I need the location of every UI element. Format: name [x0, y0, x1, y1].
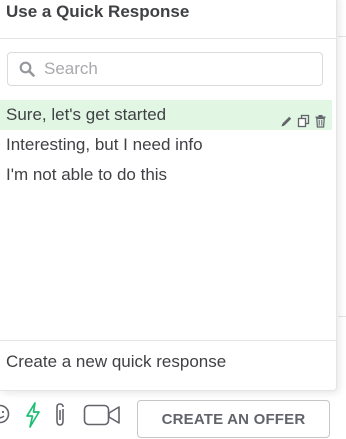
quick-response-label: Sure, let's get started	[6, 105, 167, 124]
lightning-icon[interactable]	[24, 402, 42, 428]
paperclip-icon[interactable]	[52, 402, 68, 428]
delete-icon[interactable]	[314, 108, 327, 128]
row-actions	[280, 108, 327, 128]
emoji-icon[interactable]	[0, 402, 10, 426]
create-offer-button[interactable]: CREATE AN OFFER	[137, 400, 330, 438]
quick-response-popover: Use a Quick Response Sure, let's get sta…	[0, 0, 337, 391]
title-divider	[0, 38, 336, 39]
background-divider	[338, 316, 346, 317]
quick-response-item[interactable]: Sure, let's get started	[0, 100, 332, 130]
create-quick-response-link[interactable]: Create a new quick response	[6, 350, 226, 374]
quick-response-item[interactable]: Interesting, but I need info	[0, 130, 336, 160]
video-icon[interactable]	[83, 402, 121, 428]
search-box[interactable]	[7, 52, 323, 86]
quick-response-screen: Use a Quick Response Sure, let's get sta…	[0, 0, 346, 439]
quick-response-list: Sure, let's get started Interesting, but…	[0, 100, 336, 190]
edit-icon[interactable]	[280, 108, 293, 127]
background-divider	[338, 36, 346, 37]
search-input[interactable]	[44, 56, 312, 82]
search-icon	[19, 61, 35, 77]
message-toolbar: CREATE AN OFFER	[0, 394, 346, 439]
quick-response-item[interactable]: I'm not able to do this	[0, 160, 336, 190]
quick-response-label: I'm not able to do this	[6, 165, 168, 184]
footer-divider	[0, 340, 336, 341]
quick-response-label: Interesting, but I need info	[6, 135, 203, 154]
popover-title: Use a Quick Response	[6, 2, 190, 21]
duplicate-icon[interactable]	[297, 108, 310, 128]
